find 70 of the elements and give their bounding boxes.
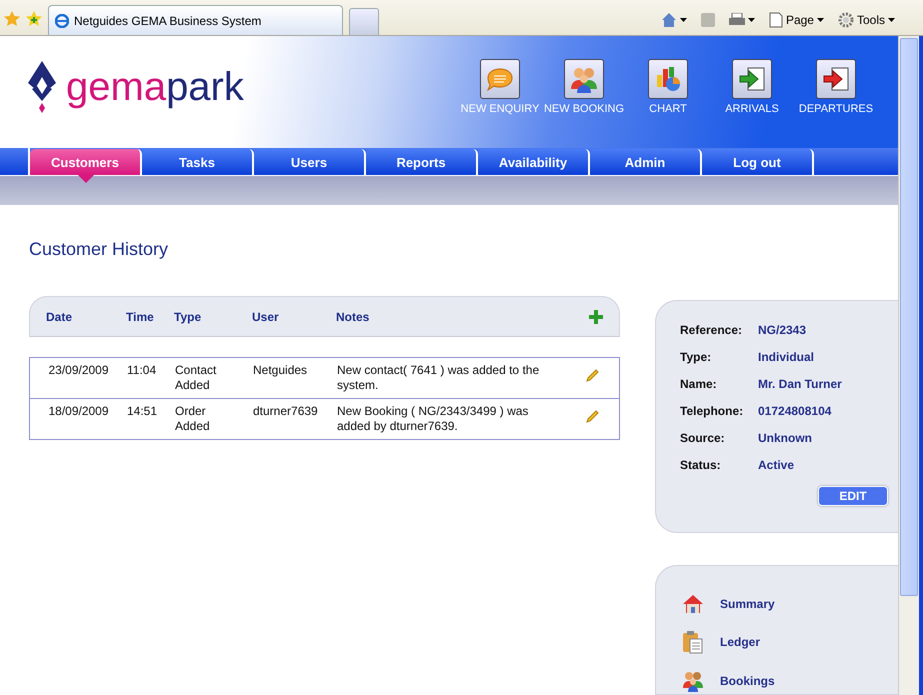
arrow-into-box-icon bbox=[822, 66, 850, 92]
field-label: Type: bbox=[680, 350, 712, 364]
page-icon bbox=[768, 12, 783, 28]
new-tab-button[interactable] bbox=[349, 8, 379, 35]
field-label: Source: bbox=[680, 431, 726, 445]
table-cell-text: 14:51 bbox=[127, 404, 158, 420]
field-value: NG/2343 bbox=[758, 323, 808, 337]
printer-icon[interactable] bbox=[728, 13, 745, 27]
people-icon bbox=[569, 65, 599, 93]
table-cell-text: New Booking ( NG/2343/3499 ) was added by dturner7639. bbox=[337, 404, 530, 434]
field-label: Status: bbox=[680, 458, 722, 472]
arrow-into-box-icon bbox=[738, 66, 766, 92]
toolbar-button[interactable]: NEW BOOKING bbox=[542, 59, 626, 115]
column-header: Time bbox=[126, 310, 155, 324]
speech-bubble-icon bbox=[485, 66, 515, 92]
column-header: User bbox=[252, 310, 280, 324]
field-value: Active bbox=[758, 458, 796, 472]
pencil-icon[interactable] bbox=[585, 369, 599, 383]
table-cell-text: dturner7639 bbox=[253, 404, 319, 420]
dropdown-icon[interactable] bbox=[680, 18, 687, 22]
column-header: Date bbox=[46, 310, 74, 324]
column-header: Type bbox=[174, 310, 202, 324]
table-cell-text: 11:04 bbox=[127, 363, 158, 379]
field-value: Unknown bbox=[758, 431, 813, 445]
toolbar-menu[interactable]: Page bbox=[786, 13, 814, 27]
people-icon bbox=[682, 670, 704, 692]
dropdown-icon[interactable] bbox=[888, 18, 895, 22]
logo-icon bbox=[28, 61, 56, 113]
field-value: 01724808104 bbox=[758, 404, 832, 418]
nav-tab[interactable]: Tasks bbox=[142, 149, 254, 175]
table-cell-text: New contact( 7641 ) was added to the system. bbox=[337, 363, 540, 393]
browser-tab[interactable]: Netguides GEMA Business System bbox=[48, 5, 343, 35]
dropdown-icon[interactable] bbox=[816, 18, 824, 22]
toolbar-menu[interactable]: Tools bbox=[856, 13, 885, 27]
field-label: Name: bbox=[680, 377, 718, 391]
scrollbar-thumb[interactable] bbox=[900, 38, 918, 596]
table-cell-text: Contact Added bbox=[175, 363, 218, 393]
sidebar-link[interactable]: Ledger bbox=[682, 630, 898, 654]
table-cell-text: Order Added bbox=[175, 404, 211, 434]
house-icon bbox=[682, 594, 704, 614]
browser-page-icon bbox=[55, 14, 69, 28]
field-label: Reference: bbox=[680, 323, 744, 337]
toolbar-button[interactable]: DEPARTURES bbox=[794, 59, 878, 115]
page-title: Customer History bbox=[29, 239, 170, 260]
star-icon[interactable] bbox=[4, 11, 20, 27]
edit-button[interactable]: EDIT bbox=[818, 486, 888, 506]
nav-tab[interactable]: Log out bbox=[702, 149, 814, 175]
sidebar-link[interactable]: Bookings bbox=[682, 670, 898, 692]
column-header: Notes bbox=[336, 310, 370, 324]
pencil-icon[interactable] bbox=[585, 410, 599, 424]
toolbar-button[interactable]: CHART bbox=[626, 59, 710, 115]
dropdown-icon[interactable] bbox=[748, 18, 755, 22]
add-icon[interactable] bbox=[589, 310, 603, 324]
nav-tab[interactable]: Admin bbox=[590, 149, 702, 175]
field-value: Individual bbox=[758, 350, 816, 364]
sidebar-link[interactable]: Summary bbox=[682, 594, 898, 614]
nav-tab[interactable]: Availability bbox=[478, 149, 590, 175]
nav-tab[interactable]: Reports bbox=[366, 149, 478, 175]
chart-icon bbox=[654, 65, 682, 93]
table-cell-text: 23/09/2009 bbox=[47, 363, 110, 379]
table-cell-text: 18/09/2009 bbox=[47, 404, 110, 420]
logo-text: gemapark bbox=[66, 64, 244, 110]
gear-icon bbox=[838, 12, 854, 28]
nav-tab[interactable]: Users bbox=[254, 149, 366, 175]
field-label: Telephone: bbox=[680, 404, 744, 418]
toolbar-button[interactable]: ARRIVALS bbox=[710, 59, 794, 115]
star-plus-icon[interactable] bbox=[26, 11, 42, 27]
table-cell-text: Netguides bbox=[253, 363, 308, 379]
field-value: Mr. Dan Turner bbox=[758, 377, 843, 391]
clipboard-icon bbox=[682, 630, 704, 654]
